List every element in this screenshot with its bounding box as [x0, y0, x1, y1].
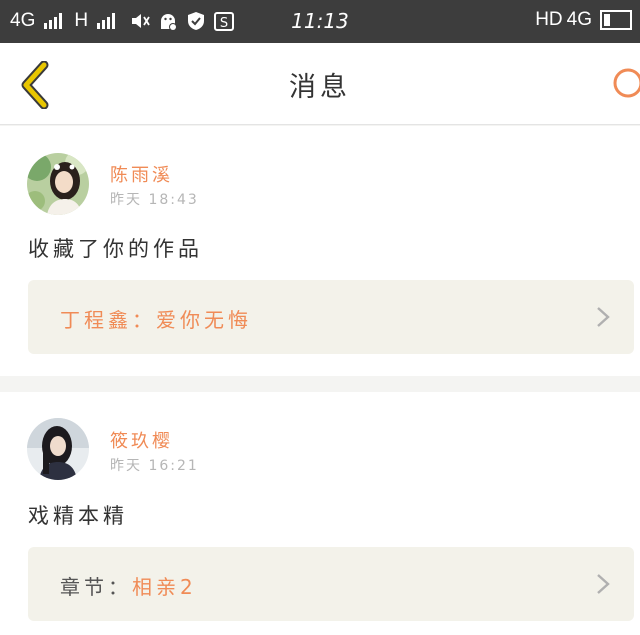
work-reference-value: 丁程鑫：爱你无悔 — [60, 308, 252, 332]
page-title: 消息 — [289, 72, 351, 103]
username[interactable]: 陈雨溪 — [110, 161, 173, 187]
status-bar: 4G H S 11:13 HD 4G — [0, 0, 640, 43]
battery-icon — [600, 10, 632, 30]
work-reference-text: 丁程鑫：爱你无悔 — [60, 304, 252, 333]
network-type-label-3: 4G — [566, 9, 592, 30]
timestamp: 昨天 18:43 — [110, 192, 199, 208]
search-icon[interactable] — [604, 65, 640, 105]
hd-label: HD — [535, 9, 563, 30]
message-text: 收藏了你的作品 — [28, 237, 203, 261]
message-card: 陈雨溪 昨天 18:43 收藏了你的作品 丁程鑫：爱你无悔 — [0, 126, 640, 376]
chapter-reference-text: 章节：相亲2 — [60, 571, 197, 600]
message-card: 筱玖樱 昨天 16:21 戏精本精 章节：相亲2 — [0, 392, 640, 635]
avatar[interactable] — [27, 418, 89, 480]
username[interactable]: 筱玖樱 — [110, 427, 173, 453]
timestamp: 昨天 16:21 — [110, 458, 199, 474]
chevron-right-icon — [597, 307, 610, 327]
avatar[interactable] — [27, 153, 89, 215]
message-text: 戏精本精 — [28, 504, 128, 528]
work-reference[interactable]: 丁程鑫：爱你无悔 — [28, 280, 634, 354]
navigation-bar: 消息 — [0, 43, 640, 125]
chapter-reference[interactable]: 章节：相亲2 — [28, 547, 634, 621]
status-right: HD 4G — [535, 9, 632, 31]
chapter-reference-label: 章节： — [60, 575, 132, 599]
chapter-reference-value: 相亲2 — [132, 575, 197, 599]
chevron-right-icon — [597, 574, 610, 594]
